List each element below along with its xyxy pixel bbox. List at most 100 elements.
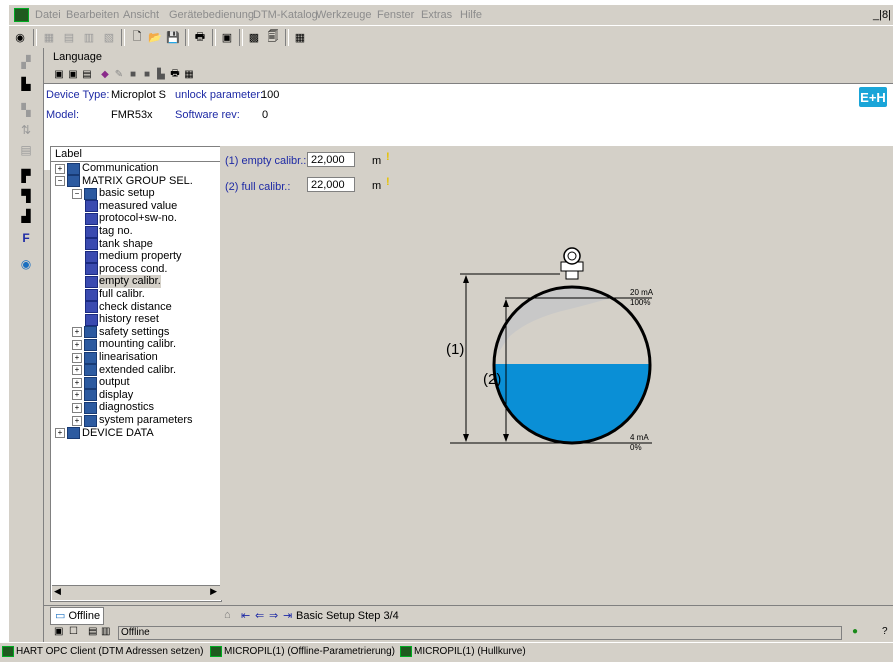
- menu-extras[interactable]: Extras: [421, 9, 452, 21]
- expand-icon[interactable]: +: [72, 327, 82, 338]
- tree-item[interactable]: tank shape: [85, 238, 153, 251]
- tree-item[interactable]: + DEVICE DATA: [55, 427, 154, 440]
- expand-icon[interactable]: +: [72, 402, 82, 413]
- expand-icon[interactable]: +: [72, 390, 82, 401]
- view-icon-1[interactable]: ▣: [53, 68, 65, 80]
- menu-fenster[interactable]: Fenster: [377, 9, 414, 21]
- function-icon[interactable]: F: [16, 228, 36, 248]
- tree-header[interactable]: Label: [51, 147, 221, 162]
- upload-icon[interactable]: ▦: [41, 29, 57, 45]
- scroll-left-icon[interactable]: ◀: [54, 586, 61, 597]
- view-icon-2[interactable]: ▣: [67, 68, 79, 80]
- app-icon[interactable]: [14, 8, 29, 22]
- preview-icon[interactable]: 🗐: [265, 29, 281, 45]
- network-icon[interactable]: ◉: [12, 29, 28, 45]
- print-small-icon[interactable]: 🖶: [169, 68, 181, 80]
- table-icon[interactable]: ▦: [292, 29, 308, 45]
- menu-hilfe[interactable]: Hilfe: [460, 9, 482, 21]
- menu-datei[interactable]: Datei: [35, 9, 61, 21]
- tree-item[interactable]: − basic setup: [72, 187, 155, 200]
- open-icon[interactable]: 📂: [147, 29, 163, 45]
- disconnect-icon[interactable]: ▧: [101, 29, 117, 45]
- tree-item[interactable]: + system parameters: [72, 414, 193, 427]
- tool-icon-1[interactable]: ▞: [16, 52, 36, 72]
- view-icon-7[interactable]: ■: [141, 68, 153, 80]
- tree-item[interactable]: + mounting calibr.: [72, 338, 176, 351]
- view-icon-3[interactable]: ▤: [81, 68, 93, 80]
- tree-item[interactable]: + output: [72, 376, 130, 389]
- tool-icon-6[interactable]: ▛: [16, 166, 36, 186]
- globe-icon[interactable]: ◉: [16, 254, 36, 274]
- expand-icon[interactable]: +: [72, 377, 82, 388]
- tree-item[interactable]: protocol+sw-no.: [85, 212, 177, 225]
- task-micropil-offline[interactable]: MICROPIL(1) (Offline-Parametrierung): [210, 646, 395, 657]
- tree-item[interactable]: full calibr.: [85, 288, 145, 301]
- language-label[interactable]: Language: [53, 51, 102, 63]
- menu-dtm-katalog[interactable]: DTM-Katalog: [253, 9, 318, 21]
- print-icon[interactable]: 🖶: [192, 29, 208, 45]
- status-icon-3[interactable]: ▤: [88, 626, 97, 637]
- catalog-icon[interactable]: ▩: [246, 29, 262, 45]
- prev-step-icon[interactable]: ⇐: [255, 609, 264, 622]
- tree-item[interactable]: medium property: [85, 250, 182, 263]
- expand-icon[interactable]: +: [72, 415, 82, 426]
- tree-item[interactable]: + display: [72, 389, 133, 402]
- expand-icon[interactable]: +: [55, 428, 65, 439]
- task-hart-opc[interactable]: HART OPC Client (DTM Adressen setzen): [2, 646, 203, 657]
- view-icon-5[interactable]: ✎: [113, 68, 125, 80]
- tool-icon-2[interactable]: ▙: [16, 74, 36, 94]
- menu-geraetebedienung[interactable]: Gerätebedienung: [169, 9, 254, 21]
- tree-horizontal-scrollbar[interactable]: ◀ ▶: [52, 585, 220, 600]
- tree-item[interactable]: + extended calibr.: [72, 364, 176, 377]
- view-icon-6[interactable]: ■: [127, 68, 139, 80]
- tab-offline[interactable]: ▭ Offline: [50, 607, 104, 625]
- tree-item[interactable]: check distance: [85, 301, 172, 314]
- task-micropil-hullkurve[interactable]: MICROPIL(1) (Hullkurve): [400, 646, 526, 657]
- menu-ansicht[interactable]: Ansicht: [123, 9, 159, 21]
- tree-item[interactable]: tag no.: [85, 225, 133, 238]
- tree-item[interactable]: measured value: [85, 200, 177, 213]
- tool-icon-5[interactable]: ▤: [16, 140, 36, 160]
- device-icon[interactable]: ▣: [219, 29, 235, 45]
- new-icon[interactable]: 🗋: [129, 29, 145, 45]
- expand-icon[interactable]: +: [55, 163, 65, 174]
- connect-icon[interactable]: ▥: [81, 29, 97, 45]
- home-icon[interactable]: ⌂: [224, 609, 231, 621]
- help-icon[interactable]: ?: [882, 626, 888, 637]
- scroll-right-icon[interactable]: ▶: [210, 586, 217, 597]
- status-icon-2[interactable]: ☐: [69, 626, 78, 637]
- tool-icon-4[interactable]: ⇅: [16, 120, 36, 140]
- tree-item[interactable]: + diagnostics: [72, 401, 154, 414]
- download-icon[interactable]: ▤: [61, 29, 77, 45]
- view-icon-8[interactable]: ▙: [155, 68, 167, 80]
- tree-item[interactable]: history reset: [85, 313, 159, 326]
- status-icon-1[interactable]: ▣: [54, 626, 63, 637]
- tree-item[interactable]: + linearisation: [72, 351, 158, 364]
- menu-bearbeiten[interactable]: Bearbeiten: [66, 9, 119, 21]
- status-icon-4[interactable]: ▥: [101, 626, 110, 637]
- tree-item[interactable]: process cond.: [85, 263, 167, 276]
- full-calibr-field[interactable]: 22,000: [307, 177, 355, 192]
- tool-icon-7[interactable]: ▜: [16, 186, 36, 206]
- tree-item[interactable]: − MATRIX GROUP SEL.: [55, 175, 193, 188]
- tool-icon-8[interactable]: ▟: [16, 206, 36, 226]
- view-icon-10[interactable]: ▦: [183, 68, 195, 80]
- collapse-icon[interactable]: −: [72, 188, 82, 199]
- view-icon-4[interactable]: ◆: [99, 68, 111, 80]
- next-step-icon[interactable]: ⇒: [269, 609, 278, 622]
- tree-item[interactable]: + Communication: [55, 162, 158, 175]
- expand-icon[interactable]: +: [72, 352, 82, 363]
- expand-icon[interactable]: +: [72, 365, 82, 376]
- first-step-icon[interactable]: ⇤: [241, 609, 250, 622]
- tool-icon-3[interactable]: ▚: [16, 100, 36, 120]
- last-step-icon[interactable]: ⇥: [283, 609, 292, 622]
- tree-item[interactable]: + safety settings: [72, 326, 169, 339]
- collapse-icon[interactable]: −: [55, 176, 65, 187]
- window-controls[interactable]: _|8|: [873, 9, 891, 21]
- expand-icon[interactable]: +: [72, 339, 82, 350]
- save-icon[interactable]: 💾: [165, 29, 181, 45]
- parameter-icon: [85, 250, 98, 263]
- menu-werkzeuge[interactable]: Werkzeuge: [316, 9, 371, 21]
- empty-calibr-field[interactable]: 22,000: [307, 152, 355, 167]
- tree-item[interactable]: empty calibr.: [85, 275, 161, 289]
